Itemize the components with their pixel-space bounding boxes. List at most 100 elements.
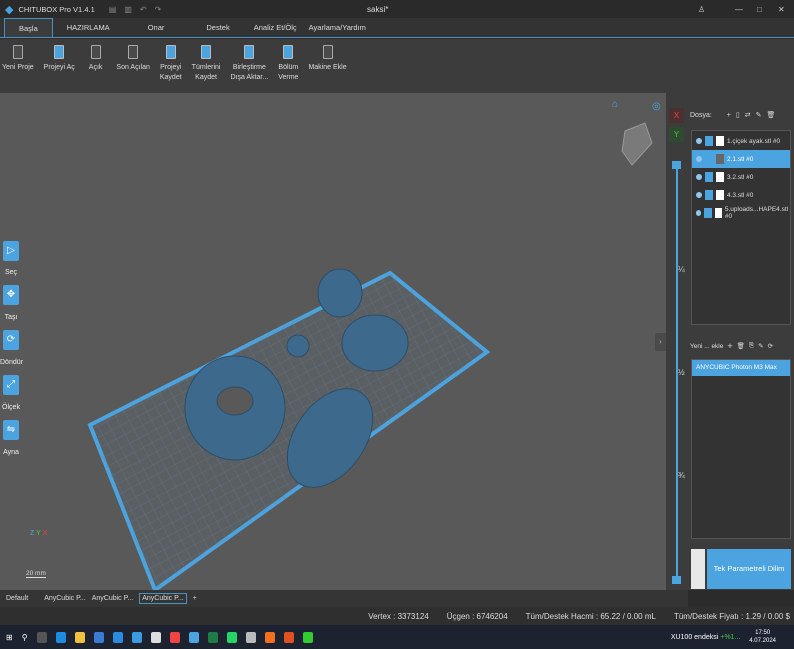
explorer-icon[interactable]: [74, 631, 85, 643]
add-machine-button[interactable]: Makine Ekle: [303, 45, 351, 93]
thumbnail: [704, 208, 712, 218]
save-project-button[interactable]: Projeyi Kaydet: [155, 45, 187, 93]
layer-slider-bottom-handle[interactable]: [672, 576, 681, 584]
save-all-button[interactable]: Tümlerini Kaydet: [187, 45, 226, 93]
split-button[interactable]: Bölüm Verme: [273, 45, 303, 93]
file-item-selected[interactable]: 2.1.stl #0: [692, 150, 790, 168]
visibility-icon[interactable]: [696, 156, 702, 162]
excel-icon[interactable]: [207, 631, 218, 643]
recent-button[interactable]: Son Açılan: [111, 45, 154, 93]
quick-save-icon[interactable]: ▤: [109, 5, 117, 14]
import-icon[interactable]: ⎘: [749, 342, 754, 350]
visibility-icon[interactable]: [696, 192, 702, 198]
user-icon[interactable]: ♙: [698, 5, 705, 14]
tab-hazirlama[interactable]: HAZIRLAMA: [53, 18, 124, 37]
visibility-icon[interactable]: [696, 138, 702, 144]
app-icon[interactable]: [150, 631, 161, 643]
label: Tümlerini Kaydet: [191, 64, 221, 81]
mail-icon[interactable]: [112, 631, 123, 643]
mirror-tool[interactable]: ⇋: [3, 420, 19, 440]
app-icon[interactable]: [302, 631, 313, 643]
file-toolbar: Dosya: + ▯ ⇄ ✎ 🗑: [690, 111, 790, 120]
tab-analiz[interactable]: Analiz Et/Ölç: [248, 18, 303, 37]
search-icon[interactable]: ⚲: [22, 633, 28, 642]
split-icon: [283, 45, 294, 59]
rotate-tool[interactable]: ⟳: [3, 330, 19, 350]
plate-tab[interactable]: AnyCubic P...: [92, 595, 134, 602]
visibility-icon[interactable]: [696, 210, 702, 216]
color-swatch: [716, 136, 724, 146]
y-axis-button[interactable]: Y: [669, 127, 684, 142]
time: 17:50: [755, 630, 771, 636]
file-name: 2.1.stl #0: [727, 155, 754, 163]
file-name: 4.3.stl #0: [727, 191, 754, 199]
blank-icon[interactable]: ▯: [736, 111, 740, 119]
undo-icon[interactable]: ↶: [140, 5, 147, 14]
plate-tab[interactable]: AnyCubic P...: [44, 595, 86, 602]
slice-options-button[interactable]: [691, 549, 705, 589]
file-item[interactable]: 5.uploads...HAPE4.stl #0: [692, 204, 790, 222]
plate-tab-active[interactable]: AnyCubic P...: [139, 593, 187, 604]
task-view-icon[interactable]: [36, 631, 47, 643]
edit-machine-icon[interactable]: ✎: [758, 342, 763, 350]
swap-icon[interactable]: ⇄: [745, 111, 751, 119]
tab-onar[interactable]: Onar: [124, 18, 189, 37]
slice-button[interactable]: Tek Parametreli Dilim: [707, 549, 791, 589]
close-button[interactable]: ✕: [778, 5, 785, 14]
minimize-button[interactable]: —: [735, 5, 743, 14]
delete-icon[interactable]: 🗑: [767, 111, 776, 119]
model-small-flower: [286, 334, 310, 358]
mirror-label: Ayna: [3, 449, 19, 456]
add-plate-button[interactable]: +: [193, 595, 197, 602]
windows-taskbar: ⊞ ⚲ XU100 endeksi +%1... 17:50 4.07.2024: [0, 625, 794, 649]
select-tool[interactable]: ▷: [3, 241, 19, 261]
settings-icon[interactable]: [245, 631, 256, 643]
build-plate-scene[interactable]: ⌂ ◎: [0, 93, 666, 594]
3d-viewport[interactable]: ⌂ ◎ ▷ Seç ✥ Taşı ⟳ Döndür ⤢ Ölçek ⇋ Ayna…: [0, 93, 666, 594]
clock[interactable]: 17:50 4.07.2024: [749, 629, 776, 645]
add-file-icon[interactable]: +: [727, 112, 731, 119]
edge-icon[interactable]: [55, 631, 66, 643]
scale-tool[interactable]: ⤢: [3, 375, 19, 395]
store-icon[interactable]: [93, 631, 104, 643]
add-machine-icon[interactable]: +: [727, 341, 732, 351]
tab-destek[interactable]: Destek: [188, 18, 247, 37]
open-button[interactable]: Açık: [80, 45, 112, 93]
redo-icon[interactable]: ↷: [155, 5, 162, 14]
layer-slider-top-handle[interactable]: [672, 161, 681, 169]
refresh-icon[interactable]: ⟳: [768, 342, 773, 350]
thumbnail: [705, 190, 713, 200]
machine-item[interactable]: ANYCUBIC Photon M3 Max: [692, 360, 790, 376]
color-swatch: [716, 190, 724, 200]
collapse-panel-button[interactable]: ›: [655, 333, 666, 351]
file-list: 1.çiçek ayak.stl #0 2.1.stl #0 3.2.stl #…: [691, 130, 791, 325]
delete-machine-icon[interactable]: 🗑: [737, 342, 745, 350]
new-project-icon: [12, 45, 23, 59]
new-project-button[interactable]: Yeni Proje: [0, 45, 39, 93]
open-project-button[interactable]: Projeyi Aç: [39, 45, 80, 93]
quick-save-as-icon[interactable]: ▥: [124, 5, 132, 14]
visibility-icon[interactable]: [696, 174, 702, 180]
app-icon[interactable]: [131, 631, 142, 643]
tab-basla[interactable]: Başla: [4, 18, 53, 37]
file-name: 5.uploads...HAPE4.stl #0: [724, 206, 789, 220]
merge-export-button[interactable]: Birleştirme Dışa Aktar...: [225, 45, 273, 93]
chrome-icon[interactable]: [169, 631, 180, 643]
plate-tab[interactable]: Default: [6, 595, 28, 602]
file-name: 3.2.stl #0: [727, 173, 754, 181]
app-icon[interactable]: [264, 631, 275, 643]
chitubox-icon[interactable]: [188, 631, 199, 643]
app-icon[interactable]: [283, 631, 294, 643]
slider-mark-half: ½: [678, 368, 685, 377]
move-tool[interactable]: ✥: [3, 285, 19, 305]
edit-icon[interactable]: ✎: [756, 111, 762, 119]
file-item[interactable]: 3.2.stl #0: [692, 168, 790, 186]
start-icon[interactable]: ⊞: [6, 633, 13, 642]
maximize-button[interactable]: □: [757, 5, 762, 14]
tab-ayarlama[interactable]: Ayarlama/Yardım: [303, 18, 372, 37]
stock-widget[interactable]: XU100 endeksi +%1...: [671, 634, 740, 641]
file-item[interactable]: 1.çiçek ayak.stl #0: [692, 132, 790, 150]
file-item[interactable]: 4.3.stl #0: [692, 186, 790, 204]
x-axis-button[interactable]: X: [669, 108, 684, 123]
whatsapp-icon[interactable]: [226, 631, 237, 643]
